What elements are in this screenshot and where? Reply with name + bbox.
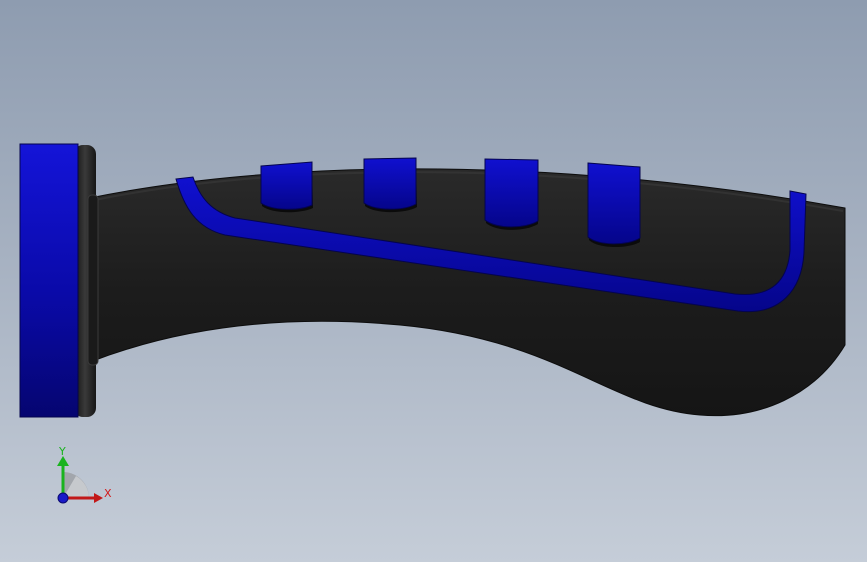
grip-handle-model[interactable] bbox=[0, 0, 867, 562]
x-axis-label: X bbox=[104, 487, 112, 500]
y-axis-label: Y bbox=[58, 445, 66, 458]
grip-insert-3 bbox=[484, 158, 539, 228]
view-orientation-triad[interactable]: Y X bbox=[40, 436, 130, 516]
graphics-viewport[interactable]: Y X bbox=[0, 0, 867, 562]
endcap-neck bbox=[87, 194, 99, 366]
z-axis-dot-icon bbox=[57, 492, 69, 504]
endcap bbox=[19, 143, 79, 418]
x-axis-arrow-icon bbox=[94, 493, 103, 503]
grip-insert-1 bbox=[260, 161, 313, 210]
grip-insert-2 bbox=[363, 157, 417, 210]
grip-insert-4 bbox=[587, 162, 641, 245]
